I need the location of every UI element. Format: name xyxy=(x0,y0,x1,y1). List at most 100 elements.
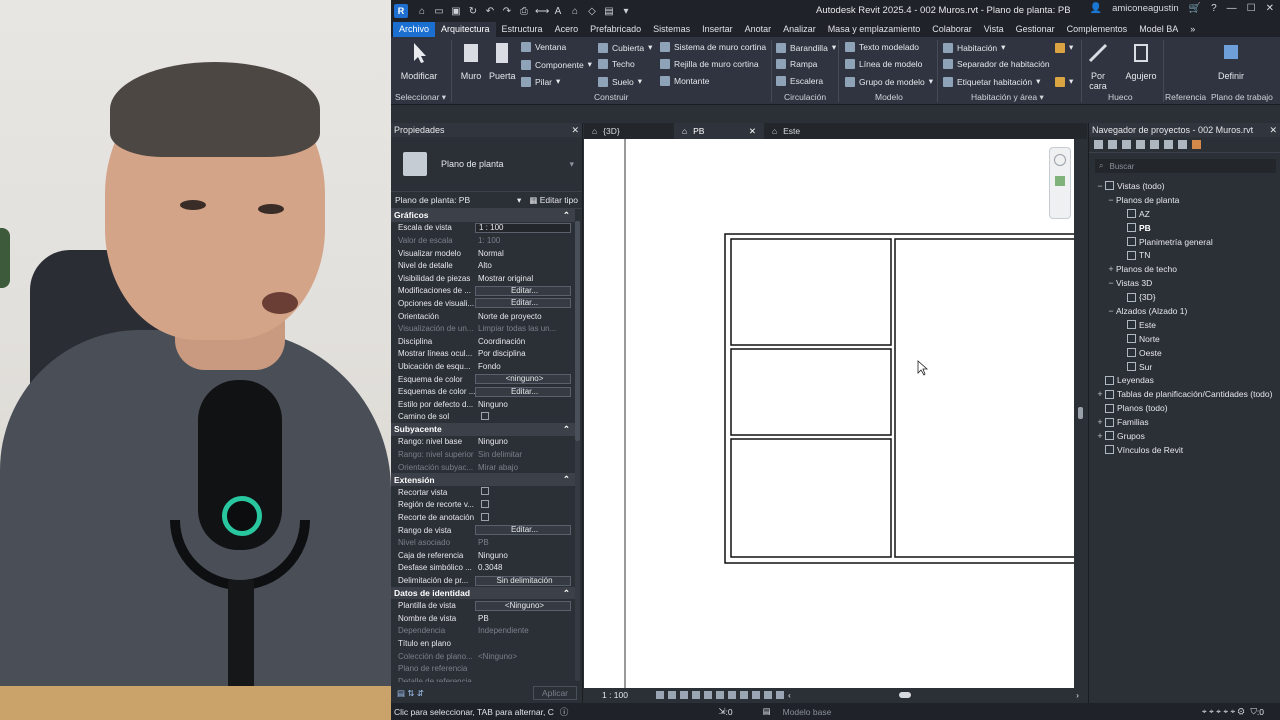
type-selector[interactable]: Plano de planta ▾ xyxy=(391,137,582,192)
tree-item[interactable]: − Planos de planta xyxy=(1089,193,1280,207)
collapse-icon[interactable]: ⌃ xyxy=(563,424,570,435)
collapse-icon[interactable]: − xyxy=(1106,195,1116,205)
browser-tool-icon[interactable] xyxy=(1108,140,1117,149)
collapse-icon[interactable]: ⌃ xyxy=(563,210,570,221)
property-value[interactable]: Ninguno xyxy=(475,400,575,409)
outer-wall[interactable] xyxy=(724,233,1074,564)
column-button[interactable]: Pilar ▾ xyxy=(521,76,560,87)
tab-acero[interactable]: Acero xyxy=(549,22,585,37)
maximize-button[interactable]: ☐ xyxy=(1247,3,1256,14)
constraints-icon[interactable] xyxy=(776,691,784,699)
property-value[interactable]: PB xyxy=(475,614,575,623)
property-value[interactable]: Ninguno xyxy=(475,551,575,560)
redo-icon[interactable]: ↷ xyxy=(501,6,513,17)
close-browser-icon[interactable]: ✕ xyxy=(1269,125,1277,136)
tree-item[interactable]: Oeste xyxy=(1089,346,1280,360)
tree-item[interactable]: TN xyxy=(1089,248,1280,262)
view-tab[interactable]: ⌂ Este xyxy=(764,123,854,139)
room-2[interactable] xyxy=(730,348,892,436)
minimize-button[interactable]: — xyxy=(1227,3,1237,14)
tab-masa-y-emplazamiento[interactable]: Masa y emplazamiento xyxy=(822,22,927,37)
checkbox[interactable] xyxy=(481,512,489,521)
tree-item[interactable]: {3D} xyxy=(1089,290,1280,304)
section-icon[interactable]: ◇ xyxy=(586,6,598,17)
expand-icon[interactable]: + xyxy=(1095,389,1105,399)
tree-item[interactable]: + Tablas de planificación/Cantidades (tod… xyxy=(1089,387,1280,401)
analytical-model-icon[interactable] xyxy=(764,691,772,699)
room-separator-button[interactable]: Separador de habitación xyxy=(943,59,1050,69)
floor-button[interactable]: Suelo ▾ xyxy=(598,76,642,87)
horizontal-scrollbar-thumb[interactable] xyxy=(898,692,911,698)
browser-tool-icon[interactable] xyxy=(1178,140,1187,149)
checkbox[interactable] xyxy=(481,411,489,420)
property-button[interactable]: <Ninguno> xyxy=(475,600,571,611)
chevron-right-icon[interactable]: › xyxy=(1076,690,1079,700)
browser-tool-icon[interactable] xyxy=(1136,140,1145,149)
tab-colaborar[interactable]: Colaborar xyxy=(926,22,978,37)
tree-item[interactable]: Norte xyxy=(1089,332,1280,346)
checkbox[interactable] xyxy=(481,499,489,508)
drawing-canvas[interactable] xyxy=(584,139,1074,688)
tab-model-ba[interactable]: Model BA xyxy=(1133,22,1184,37)
zoom-icon[interactable] xyxy=(1055,176,1065,186)
expand-icon[interactable]: + xyxy=(1095,431,1105,441)
chevron-left-icon[interactable]: ‹ xyxy=(788,690,791,700)
room-button[interactable]: Habitación ▾ xyxy=(943,42,1005,53)
property-section[interactable]: Subyacente ⌃ xyxy=(391,423,575,436)
browser-tool-icon[interactable] xyxy=(1150,140,1159,149)
expand-icon[interactable]: + xyxy=(1095,417,1105,427)
undo-icon[interactable]: ↶ xyxy=(484,6,496,17)
save-icon[interactable]: ▣ xyxy=(450,6,462,17)
ceiling-button[interactable]: Techo xyxy=(598,59,635,69)
property-value[interactable]: Fondo xyxy=(475,362,575,371)
revit-app-icon[interactable]: R xyxy=(394,4,408,18)
browser-search[interactable]: ⌕ Buscar xyxy=(1095,159,1276,173)
component-button[interactable]: Componente ▾ xyxy=(521,59,592,70)
property-section[interactable]: Gráficos ⌃ xyxy=(391,209,575,222)
collapse-icon[interactable]: − xyxy=(1106,278,1116,288)
tree-item[interactable]: + Familias xyxy=(1089,415,1280,429)
design-options-icon[interactable]: ▤ xyxy=(763,706,771,717)
tree-item[interactable]: Este xyxy=(1089,318,1280,332)
chevron-down-icon[interactable]: ▾ xyxy=(517,195,521,206)
tab-sistemas[interactable]: Sistemas xyxy=(647,22,696,37)
tab-prefabricado[interactable]: Prefabricado xyxy=(584,22,647,37)
home-icon[interactable]: ⌂ xyxy=(416,6,428,17)
reveal-hidden-icon[interactable] xyxy=(740,691,748,699)
sun-path-icon[interactable] xyxy=(680,691,688,699)
tree-item[interactable]: Sur xyxy=(1089,360,1280,374)
properties-sort-icons[interactable]: ▤ ⇅ ⇵ xyxy=(397,688,424,699)
property-section[interactable]: Extensión ⌃ xyxy=(391,473,575,487)
checkbox[interactable] xyxy=(481,487,489,496)
room-1[interactable] xyxy=(730,238,892,346)
active-design-option[interactable]: Modelo base xyxy=(783,707,832,717)
close-tab-icon[interactable]: ✕ xyxy=(749,126,756,137)
property-value[interactable]: 1 : 100 xyxy=(475,222,571,233)
wall-button[interactable]: Muro xyxy=(457,41,485,81)
tree-item[interactable]: Vínculos de Revit xyxy=(1089,443,1280,457)
roof-button[interactable]: Cubierta ▾ xyxy=(598,42,652,53)
navigation-bar[interactable] xyxy=(1049,147,1071,219)
tab-complementos[interactable]: Complementos xyxy=(1061,22,1134,37)
collapse-icon[interactable]: − xyxy=(1106,306,1116,316)
3d-view-icon[interactable]: ⌂ xyxy=(569,6,581,17)
curtain-grid-button[interactable]: Rejilla de muro cortina xyxy=(660,59,759,69)
close-window-button[interactable]: ✕ xyxy=(1266,3,1274,14)
crop-view-icon[interactable] xyxy=(704,691,712,699)
window-button[interactable]: Ventana xyxy=(521,42,566,52)
tab-estructura[interactable]: Estructura xyxy=(496,22,549,37)
property-button[interactable]: Editar... xyxy=(475,298,571,309)
measure-icon[interactable]: ⟷ xyxy=(535,6,549,17)
instance-filter[interactable]: Plano de planta: PB xyxy=(395,195,470,205)
edit-type-button[interactable]: ▦ Editar tipo xyxy=(529,195,578,206)
tree-item[interactable]: + Planos de techo xyxy=(1089,262,1280,276)
property-value[interactable]: Norte de proyecto xyxy=(475,312,575,321)
property-button[interactable]: Sin delimitación xyxy=(475,575,571,586)
tab-insertar[interactable]: Insertar xyxy=(696,22,739,37)
tree-item[interactable]: − Vistas (todo) xyxy=(1089,179,1280,193)
tree-item[interactable]: AZ xyxy=(1089,207,1280,221)
tree-item[interactable]: − Vistas 3D xyxy=(1089,276,1280,290)
tag-room-button[interactable]: Etiquetar habitación ▾ xyxy=(943,76,1040,87)
chevron-down-icon[interactable]: ▾ xyxy=(569,159,574,170)
close-views-icon[interactable]: ▤ xyxy=(603,6,615,17)
